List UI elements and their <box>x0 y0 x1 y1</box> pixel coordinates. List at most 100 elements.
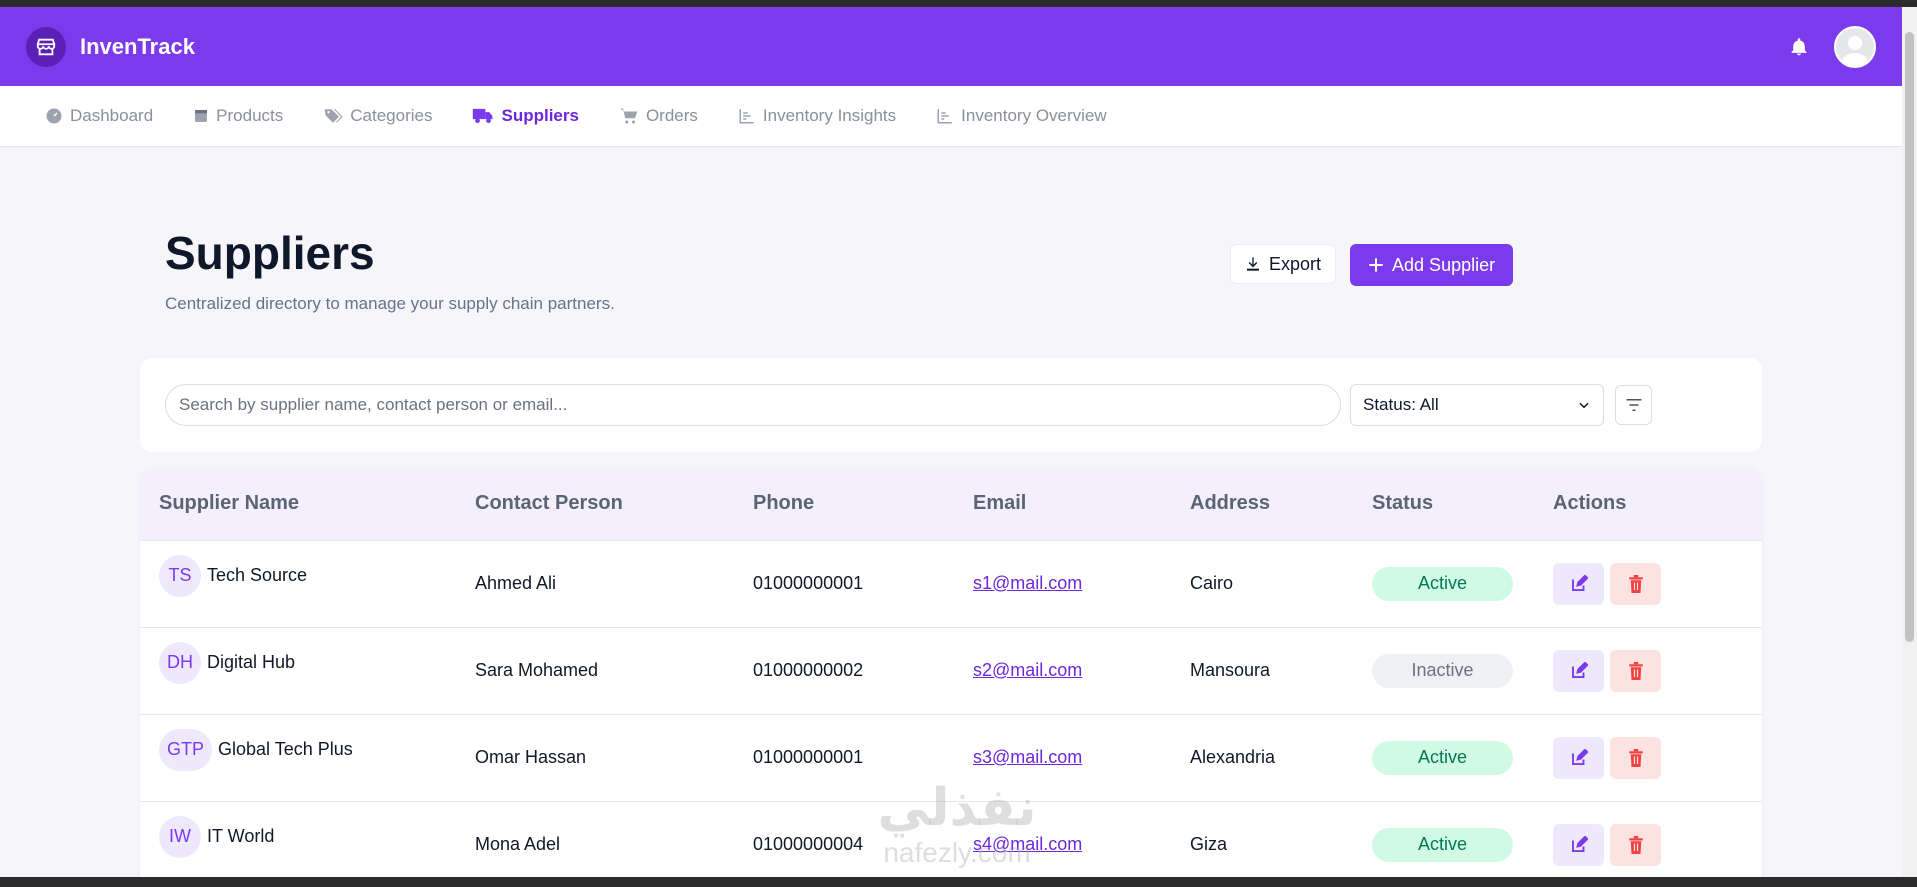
page-subtitle: Centralized directory to manage your sup… <box>165 294 615 313</box>
edit-button[interactable] <box>1553 562 1604 605</box>
status-select[interactable]: Status: All <box>1350 384 1604 426</box>
address: Mansoura <box>1190 626 1372 714</box>
chart-icon <box>937 109 952 124</box>
delete-button[interactable] <box>1610 823 1661 866</box>
chart-icon <box>739 109 754 124</box>
plus-icon <box>1369 258 1383 272</box>
email-link[interactable]: s1@mail.com <box>973 573 1082 593</box>
delete-button[interactable] <box>1610 736 1661 779</box>
email-link[interactable]: s2@mail.com <box>973 660 1082 680</box>
export-button[interactable]: Export <box>1230 244 1337 284</box>
delete-button[interactable] <box>1610 649 1661 692</box>
window-bottom-edge <box>0 877 1917 887</box>
nav-label: Orders <box>645 106 698 125</box>
dashboard-icon <box>46 108 62 124</box>
address: Alexandria <box>1190 713 1372 801</box>
filter-icon <box>1626 399 1641 411</box>
supplier-name: Tech Source <box>207 565 308 585</box>
edit-button[interactable] <box>1553 823 1604 866</box>
phone: 01000000004 <box>753 800 973 887</box>
contact-person: Sara Mohamed <box>475 626 753 714</box>
bell-icon[interactable] <box>1786 34 1812 60</box>
filter-bar: Status: All <box>140 358 1762 452</box>
scrollbar-thumb[interactable] <box>1905 32 1914 642</box>
phone: 01000000001 <box>753 539 973 627</box>
trash-icon <box>1628 661 1643 680</box>
edit-button[interactable] <box>1553 736 1604 779</box>
nav-label: Suppliers <box>501 106 579 125</box>
top-header: InvenTrack <box>0 7 1902 86</box>
table-row: GTP Global Tech Plus Omar Hassan 01000000… <box>140 713 1762 801</box>
supplier-initials: DH <box>159 641 201 684</box>
trash-icon <box>1628 835 1643 854</box>
box-icon <box>195 110 208 122</box>
chevron-down-icon <box>1579 402 1589 409</box>
page-title: Suppliers <box>165 227 375 279</box>
edit-button[interactable] <box>1553 649 1604 692</box>
contact-person: Omar Hassan <box>475 713 753 801</box>
app-name: InvenTrack <box>80 33 195 59</box>
table-header-row: Supplier Name Contact Person Phone Email… <box>140 468 1762 540</box>
header-phone[interactable]: Phone <box>753 468 973 540</box>
store-icon <box>26 26 66 67</box>
supplier-name: IT World <box>207 826 275 847</box>
edit-icon <box>1571 574 1588 591</box>
email-link[interactable]: s3@mail.com <box>973 747 1082 767</box>
header-contact-person[interactable]: Contact Person <box>475 468 753 540</box>
supplier-name: Digital Hub <box>207 652 296 672</box>
nav-label: Dashboard <box>70 106 154 125</box>
address: Cairo <box>1190 539 1372 627</box>
table-row: DH Digital Hub Sara Mohamed 01000000002 s… <box>140 626 1762 714</box>
supplier-initials: GTP <box>159 728 213 771</box>
nav-item-inventory-insights[interactable]: Inventory Insights <box>738 106 896 126</box>
phone: 01000000002 <box>753 626 973 714</box>
suppliers-table: Supplier Name Contact Person Phone Email… <box>140 468 1762 887</box>
status-badge: Active <box>1372 740 1513 775</box>
truck-icon <box>473 108 493 124</box>
phone: 01000000001 <box>753 713 973 801</box>
cart-icon <box>619 108 638 124</box>
edit-icon <box>1571 661 1588 678</box>
page-header: Suppliers Centralized directory to manag… <box>140 226 1762 314</box>
user-avatar[interactable] <box>1834 25 1876 68</box>
export-label: Export <box>1269 253 1322 274</box>
scrollbar[interactable] <box>1902 7 1917 877</box>
header-actions: Actions <box>1553 492 1627 515</box>
nav-item-dashboard[interactable]: Dashboard <box>45 106 153 126</box>
email-link[interactable]: s4@mail.com <box>973 834 1082 854</box>
table-row: TS Tech Source Ahmed Ali 01000000001 s1@m… <box>140 539 1762 627</box>
status-select-value: Status: All <box>1363 395 1439 414</box>
nav-item-categories[interactable]: Categories <box>323 106 432 126</box>
nav-label: Inventory Insights <box>762 106 897 125</box>
supplier-initials: TS <box>159 554 201 597</box>
address: Giza <box>1190 800 1372 887</box>
header-address[interactable]: Address <box>1190 468 1372 540</box>
nav-item-products[interactable]: Products <box>193 106 283 126</box>
nav-label: Inventory Overview <box>961 106 1107 125</box>
add-supplier-button[interactable]: Add Supplier <box>1350 244 1514 286</box>
header-actions <box>1786 25 1876 68</box>
header-email[interactable]: Email <box>973 468 1190 540</box>
nav-item-inventory-overview[interactable]: Inventory Overview <box>936 106 1107 126</box>
nav-item-suppliers[interactable]: Suppliers <box>472 106 579 126</box>
status-badge: Active <box>1372 566 1513 601</box>
nav-label: Products <box>216 106 284 125</box>
edit-icon <box>1571 835 1588 852</box>
tags-icon <box>325 109 344 123</box>
trash-icon <box>1628 748 1643 767</box>
nav-label: Categories <box>350 106 433 125</box>
filter-button[interactable] <box>1615 385 1652 425</box>
search-input[interactable] <box>165 384 1341 426</box>
table-row: IW IT World Mona Adel 01000000004 s4@mail… <box>140 800 1762 887</box>
delete-button[interactable] <box>1610 562 1661 605</box>
contact-person: Mona Adel <box>475 800 753 887</box>
supplier-initials: IW <box>159 815 201 858</box>
brand[interactable]: InvenTrack <box>26 26 195 67</box>
download-icon <box>1247 257 1259 271</box>
trash-icon <box>1628 574 1643 593</box>
header-status[interactable]: Status <box>1372 468 1553 540</box>
nav-item-orders[interactable]: Orders <box>619 106 698 126</box>
status-badge: Active <box>1372 827 1513 862</box>
edit-icon <box>1571 748 1588 765</box>
header-supplier-name[interactable]: Supplier Name <box>140 468 475 540</box>
